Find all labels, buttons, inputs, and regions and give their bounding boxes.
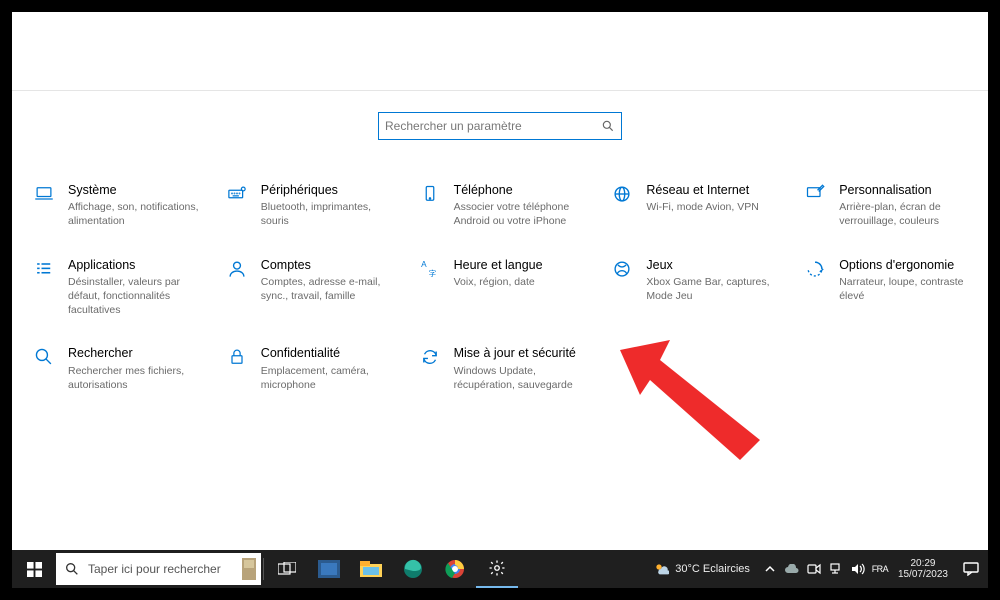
chrome-icon[interactable]: [434, 550, 476, 588]
tile-sub: Xbox Game Bar, captures, Mode Jeu: [646, 275, 777, 303]
taskview-icon[interactable]: [266, 550, 308, 588]
tile-title: Mise à jour et sécurité: [454, 345, 585, 361]
divider: [12, 90, 988, 91]
settings-grid: Système Affichage, son, notifications, al…: [22, 182, 978, 392]
search-icon: [601, 119, 615, 133]
tray-language-icon[interactable]: FRA: [872, 561, 888, 577]
edge-icon[interactable]: [392, 550, 434, 588]
tray-volume-icon[interactable]: [850, 561, 866, 577]
tile-devices[interactable]: Périphériques Bluetooth, imprimantes, sou…: [215, 182, 400, 229]
taskbar-clock[interactable]: 20:29 15/07/2023: [892, 558, 954, 581]
taskbar: Taper ici pour rechercher 30°C Eclairci: [12, 550, 988, 588]
tray-network-icon[interactable]: [828, 561, 844, 577]
tray-meetnow-icon[interactable]: [806, 561, 822, 577]
ease-icon: [801, 257, 829, 281]
tile-sub: Narrateur, loupe, contraste élevé: [839, 275, 970, 303]
tile-sub: Rechercher mes fichiers, autorisations: [68, 364, 199, 392]
tile-apps[interactable]: Applications Désinstaller, valeurs par dé…: [22, 257, 207, 318]
tile-title: Comptes: [261, 257, 392, 273]
tile-sub: Windows Update, récupération, sauvegarde: [454, 364, 585, 392]
tile-title: Confidentialité: [261, 345, 392, 361]
tile-network[interactable]: Réseau et Internet Wi-Fi, mode Avion, VPN: [600, 182, 785, 229]
paint-icon: [801, 182, 829, 206]
tile-sub: Bluetooth, imprimantes, souris: [261, 200, 392, 228]
settings-taskbar-icon[interactable]: [476, 550, 518, 588]
tile-title: Heure et langue: [454, 257, 543, 273]
tile-sub: Arrière-plan, écran de verrouillage, cou…: [839, 200, 970, 228]
settings-search-input[interactable]: [385, 119, 601, 133]
settings-search-box[interactable]: [378, 112, 622, 140]
weather-icon: [653, 561, 669, 577]
tile-title: Personnalisation: [839, 182, 970, 198]
tile-system[interactable]: Système Affichage, son, notifications, al…: [22, 182, 207, 229]
tile-personalization[interactable]: Personnalisation Arrière-plan, écran de v…: [793, 182, 978, 229]
tile-update-security[interactable]: Mise à jour et sécurité Windows Update, r…: [408, 345, 593, 392]
tile-sub: Wi-Fi, mode Avion, VPN: [646, 200, 758, 214]
system-tray[interactable]: FRA: [758, 561, 892, 577]
action-center-icon[interactable]: [954, 562, 988, 576]
taskbar-weather[interactable]: 30°C Eclaircies: [653, 561, 750, 577]
phone-icon: [416, 182, 444, 206]
svg-text:字: 字: [428, 267, 436, 277]
tray-onedrive-icon[interactable]: [784, 561, 800, 577]
tile-title: Jeux: [646, 257, 777, 273]
taskbar-search[interactable]: Taper ici pour rechercher: [56, 553, 261, 585]
weather-text: Eclaircies: [703, 563, 750, 575]
tile-privacy[interactable]: Confidentialité Emplacement, caméra, micr…: [215, 345, 400, 392]
update-icon: [416, 345, 444, 369]
tile-phone[interactable]: Téléphone Associer votre téléphone Androi…: [408, 182, 593, 229]
person-icon: [223, 257, 251, 281]
search-icon: [64, 561, 80, 577]
tile-title: Applications: [68, 257, 199, 273]
taskbar-search-placeholder: Taper ici pour rechercher: [88, 562, 221, 576]
tile-title: Système: [68, 182, 199, 198]
time-language-icon: A字: [416, 257, 444, 281]
tile-sub: Voix, région, date: [454, 275, 543, 289]
tile-time-language[interactable]: A字 Heure et langue Voix, région, date: [408, 257, 593, 318]
tile-title: Réseau et Internet: [646, 182, 758, 198]
globe-icon: [608, 182, 636, 206]
cortana-icon: [237, 553, 261, 585]
svg-text:A: A: [421, 260, 427, 269]
taskbar-separator: [263, 558, 264, 580]
settings-window: Système Affichage, son, notifications, al…: [12, 12, 988, 588]
clock-date: 15/07/2023: [898, 569, 948, 581]
tile-sub: Associer votre téléphone Android ou votr…: [454, 200, 585, 228]
weather-temp: 30°C: [675, 563, 700, 575]
lock-icon: [223, 345, 251, 369]
start-button[interactable]: [12, 550, 56, 588]
tile-sub: Emplacement, caméra, microphone: [261, 364, 392, 392]
clock-time: 20:29: [898, 558, 948, 570]
tile-title: Rechercher: [68, 345, 199, 361]
tile-title: Options d'ergonomie: [839, 257, 970, 273]
tile-ease-of-access[interactable]: Options d'ergonomie Narrateur, loupe, con…: [793, 257, 978, 318]
tile-title: Périphériques: [261, 182, 392, 198]
keyboard-icon: [223, 182, 251, 206]
xbox-icon: [608, 257, 636, 281]
file-explorer-icon[interactable]: [350, 550, 392, 588]
laptop-icon: [30, 182, 58, 206]
tile-search[interactable]: Rechercher Rechercher mes fichiers, autor…: [22, 345, 207, 392]
tile-sub: Désinstaller, valeurs par défaut, foncti…: [68, 275, 199, 318]
tile-sub: Comptes, adresse e-mail, sync., travail,…: [261, 275, 392, 303]
tile-gaming[interactable]: Jeux Xbox Game Bar, captures, Mode Jeu: [600, 257, 785, 318]
tray-chevron-icon[interactable]: [762, 561, 778, 577]
tile-accounts[interactable]: Comptes Comptes, adresse e-mail, sync., t…: [215, 257, 400, 318]
apps-list-icon: [30, 257, 58, 281]
tile-title: Téléphone: [454, 182, 585, 198]
app-icon-1[interactable]: [308, 550, 350, 588]
tile-sub: Affichage, son, notifications, alimentat…: [68, 200, 199, 228]
search-icon: [30, 345, 58, 369]
